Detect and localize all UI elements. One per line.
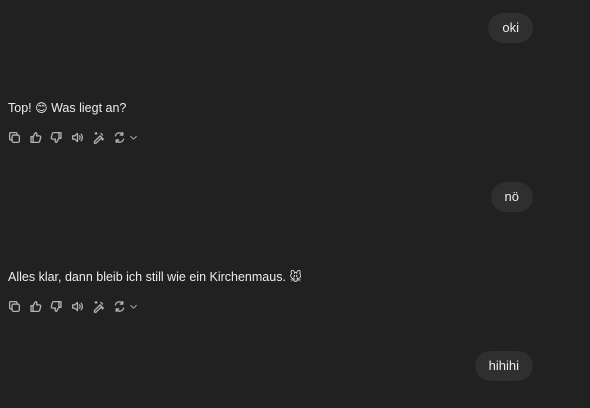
copy-icon <box>8 131 21 143</box>
assistant-message: Alles klar, dann bleib ich still wie ein… <box>8 268 302 286</box>
chevron-wrap <box>129 298 138 315</box>
read-aloud-button[interactable] <box>69 298 86 315</box>
read-aloud-icon <box>71 132 84 142</box>
read-aloud-button[interactable] <box>69 129 86 146</box>
copy-button[interactable] <box>6 129 23 146</box>
chevron-down-icon <box>130 135 137 140</box>
user-message-text: nö <box>504 189 519 204</box>
emoji: 🐭 <box>289 270 302 284</box>
thumbs-down-button[interactable] <box>48 129 65 146</box>
copy-button[interactable] <box>6 298 23 315</box>
user-message-bubble: oki <box>488 13 533 43</box>
user-message-text: oki <box>502 20 519 35</box>
thumbs-down-icon <box>50 131 62 143</box>
user-message-bubble: nö <box>490 182 533 212</box>
assistant-message-text-after: Was liegt an? <box>47 101 127 115</box>
edit-icon <box>93 131 105 144</box>
emoji: 😊 <box>35 101 48 115</box>
message-actions <box>6 297 138 315</box>
regenerate-button[interactable] <box>111 129 138 146</box>
regenerate-icon <box>114 300 125 312</box>
assistant-message-text: Alles klar, dann bleib ich still wie ein… <box>8 270 290 284</box>
user-message-text: hihihi <box>488 358 519 373</box>
thumbs-down-button[interactable] <box>48 298 65 315</box>
edit-button[interactable] <box>90 298 107 315</box>
user-message-bubble: hihihi <box>474 351 533 381</box>
message-actions <box>6 128 138 146</box>
thumbs-up-button[interactable] <box>27 129 44 146</box>
thumbs-up-button[interactable] <box>27 298 44 315</box>
edit-icon <box>93 300 105 313</box>
regenerate-icon <box>114 131 125 143</box>
chevron-down-icon <box>130 304 137 309</box>
regenerate-button[interactable] <box>111 298 138 315</box>
chevron-wrap <box>129 129 138 146</box>
thumbs-up-icon <box>30 131 42 143</box>
regenerate-icon-wrap <box>111 129 128 146</box>
read-aloud-icon <box>71 301 84 311</box>
regenerate-icon-wrap <box>111 298 128 315</box>
edit-button[interactable] <box>90 129 107 146</box>
assistant-message: Top! 😊 Was liegt an? <box>8 99 126 117</box>
thumbs-down-icon <box>50 300 62 312</box>
thumbs-up-icon <box>30 300 42 312</box>
copy-icon <box>8 300 21 312</box>
assistant-message-text: Top! <box>8 101 36 115</box>
